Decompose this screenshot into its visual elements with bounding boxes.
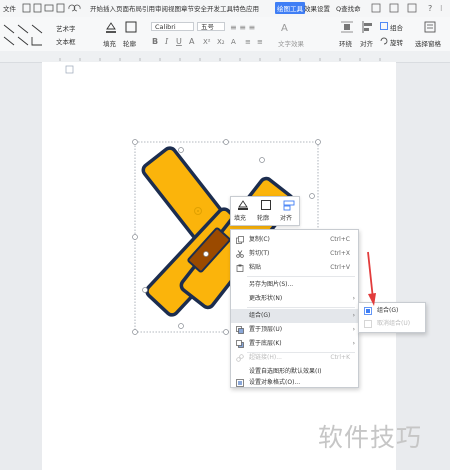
fill-icon[interactable]: [237, 199, 249, 211]
menu-item-save-as-picture[interactable]: 另存为图片(S)...: [231, 278, 358, 292]
menu-separator: [247, 276, 355, 277]
ungroup-icon: [364, 320, 372, 328]
floating-toolbar: 填充 轮廓 对齐: [230, 196, 300, 226]
submenu-item-ungroup[interactable]: 取消组合(U): [359, 317, 425, 331]
submenu-arrow-icon: ›: [352, 312, 355, 319]
menu-item-send-to-back[interactable]: 置于底层(K) ›: [231, 337, 358, 351]
menu-item-bring-to-front[interactable]: 置于顶层(U) ›: [231, 323, 358, 337]
menu-separator: [247, 307, 355, 308]
submenu-arrow-icon: ›: [352, 340, 355, 347]
menu-item-label: 复制(C): [249, 236, 270, 243]
watermark-text: 软件技巧: [318, 423, 423, 452]
menu-item-shortcut: Ctrl+C: [330, 236, 350, 243]
red-arrow-annotation: [367, 251, 376, 306]
submenu-arrow-icon: ›: [352, 326, 355, 333]
submenu-item-label: 取消组合(U): [377, 320, 411, 327]
float-fill-button[interactable]: 填充: [234, 213, 246, 222]
menu-item-shortcut: Ctrl+V: [330, 264, 350, 271]
menu-item-copy[interactable]: 复制(C) Ctrl+C: [231, 233, 358, 247]
rotate-handle-dot: [197, 210, 199, 212]
menu-item-cut[interactable]: 剪切(T) Ctrl+X: [231, 247, 358, 261]
menu-item-shortcut: Ctrl+X: [330, 250, 350, 257]
menu-item-group[interactable]: 组合(G) ›: [231, 309, 358, 323]
menu-item-paste[interactable]: 粘贴 Ctrl+V: [231, 261, 358, 275]
menu-item-label: 超链接(H)...: [249, 354, 282, 361]
menu-item-label: 置于顶层(U): [249, 326, 283, 333]
bring-to-front-icon: [236, 326, 244, 334]
menu-item-label: 粘贴: [249, 264, 262, 271]
format-object-icon: [236, 379, 244, 387]
copy-icon: [236, 236, 244, 244]
scissors-icon: [236, 250, 244, 258]
menu-item-label: 剪切(T): [249, 250, 270, 257]
align-icon[interactable]: [283, 199, 295, 211]
canvas: [65, 65, 321, 335]
link-icon: [236, 354, 244, 362]
paste-icon: [236, 264, 244, 272]
paragraph-mark-icon: [65, 65, 74, 74]
group-icon: [364, 307, 372, 315]
menu-item-hyperlink[interactable]: 超链接(H)... Ctrl+K: [231, 351, 358, 365]
menu-item-change-shape[interactable]: 更改形状(N) ›: [231, 292, 358, 306]
outline-icon[interactable]: [260, 199, 272, 211]
menu-item-format-object[interactable]: 设置对象格式(O)...: [231, 376, 358, 390]
float-outline-button[interactable]: 轮廓: [257, 213, 269, 222]
menu-item-label: 组合(G): [249, 312, 271, 319]
menu-item-label: 设置对象格式(O)...: [249, 379, 301, 386]
context-menu: 复制(C) Ctrl+C 剪切(T) Ctrl+X 粘贴 Ctrl+V 另存为图…: [230, 229, 359, 388]
menu-item-label: 置于底层(K): [249, 340, 282, 347]
menu-item-label: 另存为图片(S)...: [249, 281, 294, 288]
submenu-arrow-icon: ›: [352, 295, 355, 302]
submenu-item-label: 组合(G): [377, 307, 399, 314]
menu-item-label: 更改形状(N): [249, 295, 283, 302]
float-align-button[interactable]: 对齐: [280, 213, 292, 222]
send-to-back-icon: [236, 340, 244, 348]
menu-item-shortcut: Ctrl+K: [330, 354, 350, 361]
